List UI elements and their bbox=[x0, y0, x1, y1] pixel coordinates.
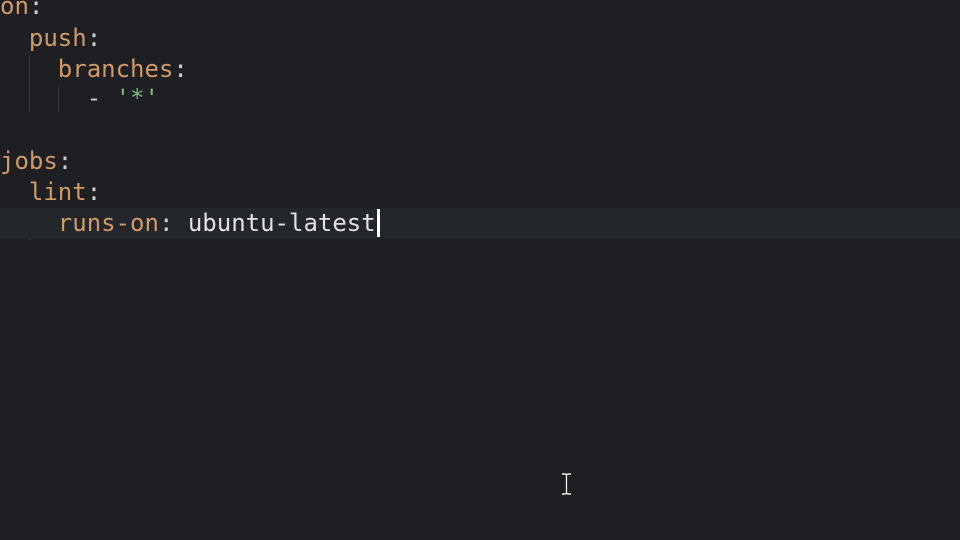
yaml-colon: : bbox=[28, 0, 44, 20]
yaml-value: ubuntu-latest bbox=[187, 209, 376, 237]
code-line-3[interactable]: branches: bbox=[0, 54, 960, 85]
yaml-key: jobs bbox=[0, 147, 58, 175]
yaml-colon: : bbox=[158, 209, 174, 237]
code-line-8-current[interactable]: runs-on: ubuntu-latest bbox=[0, 208, 960, 239]
code-line-1[interactable]: on: bbox=[0, 0, 960, 22]
yaml-key: runs-on bbox=[57, 209, 159, 237]
i-beam-cursor-icon bbox=[562, 473, 571, 495]
yaml-colon: : bbox=[86, 24, 102, 52]
code-line-2[interactable]: push: bbox=[0, 23, 960, 54]
yaml-string: '*' bbox=[115, 84, 159, 112]
code-line-7[interactable]: lint: bbox=[0, 177, 960, 208]
code-editor[interactable]: on: push: branches: - '*' jobs: lint: ru… bbox=[0, 0, 960, 540]
yaml-key: branches bbox=[57, 55, 174, 83]
yaml-key: lint bbox=[28, 178, 87, 206]
yaml-colon: : bbox=[173, 55, 188, 83]
yaml-list-dash: - bbox=[86, 84, 102, 112]
yaml-colon: : bbox=[86, 178, 102, 206]
code-line-6[interactable]: jobs: bbox=[0, 146, 960, 177]
yaml-key: push bbox=[28, 24, 87, 52]
yaml-key: on bbox=[0, 0, 29, 20]
yaml-colon: : bbox=[57, 147, 73, 175]
text-caret bbox=[376, 209, 380, 237]
code-line-5[interactable] bbox=[0, 115, 960, 146]
code-line-4[interactable]: - '*' bbox=[0, 83, 960, 114]
